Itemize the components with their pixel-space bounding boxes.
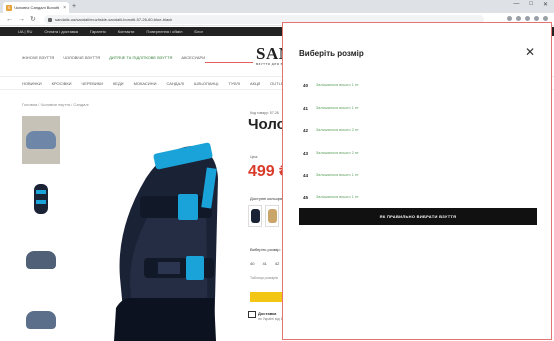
product-main-image[interactable] [86,108,234,341]
nav-item[interactable]: Черевики [82,81,103,86]
nav-item[interactable]: Мокасини [134,81,157,86]
nav-item[interactable]: Кросівки [52,81,72,86]
product-title: Чоловічі сандалі 57-26 [248,117,284,132]
category-link[interactable]: Жіноче взуття [22,55,54,60]
size-number: 41 [303,105,309,111]
how-to-choose-button[interactable]: ЯК ПРАВИЛЬНО ВИБРАТИ ВЗУТТЯ [299,208,537,225]
category-links: Жіноче взуття Чоловіче взуття Дитяче та … [22,55,205,60]
size-number: 44 [303,172,309,178]
breadcrumb[interactable]: Головна / Чоловіче взуття / Сандалі [22,102,89,107]
nav-item[interactable]: Шльопанці [194,81,218,86]
sandal-thumbnail-icon [26,311,56,329]
size-select-modal: Виберіть розмір ✕ 40 Залишилося всього 1… [283,23,551,339]
stock-note: Залишилося всього 1 пт [316,106,359,110]
size-option[interactable]: 42 Залишилося всього 2 пт [303,125,359,135]
sandal-thumbnail-icon [34,184,48,214]
extension-icon[interactable] [516,16,521,21]
tab-title: Чоловічі Сандалі Bonotti · Sandal [14,5,61,10]
add-to-cart-button[interactable] [250,292,286,302]
size-option[interactable]: 44 Залишилося всього 1 пт [303,170,359,180]
menu-icon[interactable] [543,16,548,21]
size-number: 42 [303,127,309,133]
nav-item[interactable]: Кеди [113,81,124,86]
stock-note: Залишилося всього 2 пт [316,151,359,155]
size-number: 40 [303,82,309,88]
window-controls: — □ ✕ [513,1,548,8]
nav-item[interactable]: Сандалі [166,81,184,86]
size-label: Виберіть розмір: [250,247,281,252]
modal-title: Виберіть розмір [299,49,364,58]
price-label: Ціна: [250,155,259,159]
sandal-thumbnail-icon [26,251,56,269]
extension-icon[interactable] [507,16,512,21]
new-tab-icon[interactable]: + [72,2,76,11]
site-favicon-icon: S [6,4,12,11]
extension-icons [507,16,548,21]
tab-close-icon[interactable]: × [63,5,66,11]
thumbnail[interactable] [22,296,60,341]
topbar-link[interactable]: Гарантія [90,29,106,34]
topbar-link[interactable]: Контакти [118,29,135,34]
topbar-link[interactable]: Оплата і доставка [44,29,78,34]
size-option[interactable]: 41 Залишилося всього 1 пт [303,103,359,113]
topbar-link[interactable]: UA | RU [18,29,32,34]
nav-item[interactable]: Туфлі [228,81,240,86]
size-number: 45 [303,194,309,200]
thumbnail[interactable] [22,116,60,164]
product-price: 499 ₴ [248,163,284,180]
size-chip[interactable]: 40 [250,261,254,266]
sandal-thumbnail-icon [26,131,56,149]
maximize-icon[interactable]: □ [529,1,533,8]
size-chip[interactable]: 41 [262,261,266,266]
size-option[interactable]: 45 Залишилося всього 1 пт [303,192,359,202]
size-selector: 40 41 42 [250,261,279,266]
close-window-icon[interactable]: ✕ [543,1,548,8]
delivery-truck-icon [248,311,256,318]
category-link[interactable]: Чоловіче взуття [63,55,100,60]
browser-tabbar: S Чоловічі Сандалі Bonotti · Sandal × + … [0,0,554,13]
product-code: Код товару: 57-26 [250,111,279,115]
colors-label: Доступні кольори: [250,196,284,201]
browser-tab[interactable]: S Чоловічі Сандалі Bonotti · Sandal × [3,2,69,13]
color-swatch[interactable] [265,205,279,227]
size-guide-link[interactable]: Таблиця розмірів [250,276,278,280]
reload-icon[interactable]: ↻ [30,15,36,24]
forward-icon[interactable]: → [18,15,25,24]
back-icon[interactable]: ← [6,15,13,24]
color-swatch[interactable] [248,205,262,227]
bookmark-icon[interactable] [525,16,530,21]
close-icon[interactable]: ✕ [525,46,535,58]
size-option[interactable]: 43 Залишилося всього 2 пт [303,148,359,158]
topbar-link[interactable]: Блог [194,29,203,34]
size-option[interactable]: 40 Залишилося всього 1 пт [303,80,359,90]
lock-icon [48,17,52,22]
url-text: sandalis.ua/sandali/muzhskie-sandalii-bo… [55,17,173,22]
size-number: 43 [303,150,309,156]
thumbnail-list [22,116,60,341]
delivery-title: Доставка [258,311,277,316]
size-chip[interactable]: 42 [275,261,279,266]
minimize-icon[interactable]: — [513,1,519,8]
topbar-link[interactable]: Повернення і обмін [146,29,182,34]
stock-note: Залишилося всього 2 пт [316,128,359,132]
stock-note: Залишилося всього 1 пт [316,173,359,177]
stock-note: Залишилося всього 1 пт [316,195,359,199]
nav-item[interactable]: Акції [250,81,260,86]
highlight-underline [205,62,253,63]
category-link-active[interactable]: Дитяче та підліткове взуття [109,55,172,60]
thumbnail[interactable] [22,176,60,224]
nav-item[interactable]: Новинки [22,81,42,86]
category-link[interactable]: Аксесуари [181,55,205,60]
profile-icon[interactable] [534,16,539,21]
thumbnail[interactable] [22,236,60,284]
how-to-choose-label: ЯК ПРАВИЛЬНО ВИБРАТИ ВЗУТТЯ [379,214,457,219]
stock-note: Залишилося всього 1 пт [316,83,359,87]
color-swatches [248,205,279,227]
